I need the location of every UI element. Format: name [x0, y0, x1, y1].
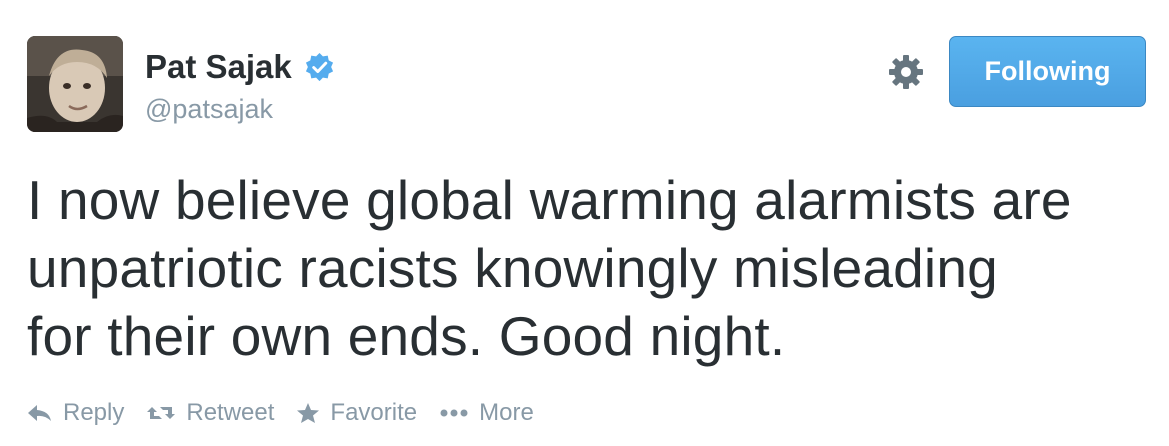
avatar[interactable]	[27, 36, 123, 132]
verified-badge-icon	[304, 52, 335, 83]
tweet-text-line: I now believe global warming alarmists a…	[27, 169, 1072, 231]
tweet-actions: Reply Retweet Favorite More	[27, 396, 556, 430]
user-display-name[interactable]: Pat Sajak	[145, 48, 292, 86]
tweet-card: Pat Sajak @patsajak Following I now beli…	[0, 0, 1169, 446]
tweet-text-line: unpatriotic racists knowingly misleading	[27, 237, 998, 299]
favorite-label: Favorite	[330, 399, 418, 426]
user-handle[interactable]: @patsajak	[145, 93, 273, 125]
retweet-action[interactable]: Retweet	[146, 399, 274, 427]
gear-icon[interactable]	[886, 52, 926, 92]
retweet-icon	[147, 407, 176, 419]
more-label: More	[479, 399, 534, 426]
following-button[interactable]: Following	[949, 36, 1146, 107]
star-icon	[297, 403, 320, 423]
tweet-text: I now believe global warming alarmists a…	[27, 166, 1147, 370]
favorite-action[interactable]: Favorite	[296, 399, 417, 427]
ellipsis-icon	[440, 409, 468, 417]
tweet-text-line: for their own ends. Good night.	[27, 305, 786, 367]
reply-arrow-icon	[28, 405, 51, 421]
reply-action[interactable]: Reply	[27, 399, 124, 427]
retweet-label: Retweet	[186, 399, 275, 426]
more-action[interactable]: More	[439, 399, 534, 427]
reply-label: Reply	[63, 399, 125, 426]
